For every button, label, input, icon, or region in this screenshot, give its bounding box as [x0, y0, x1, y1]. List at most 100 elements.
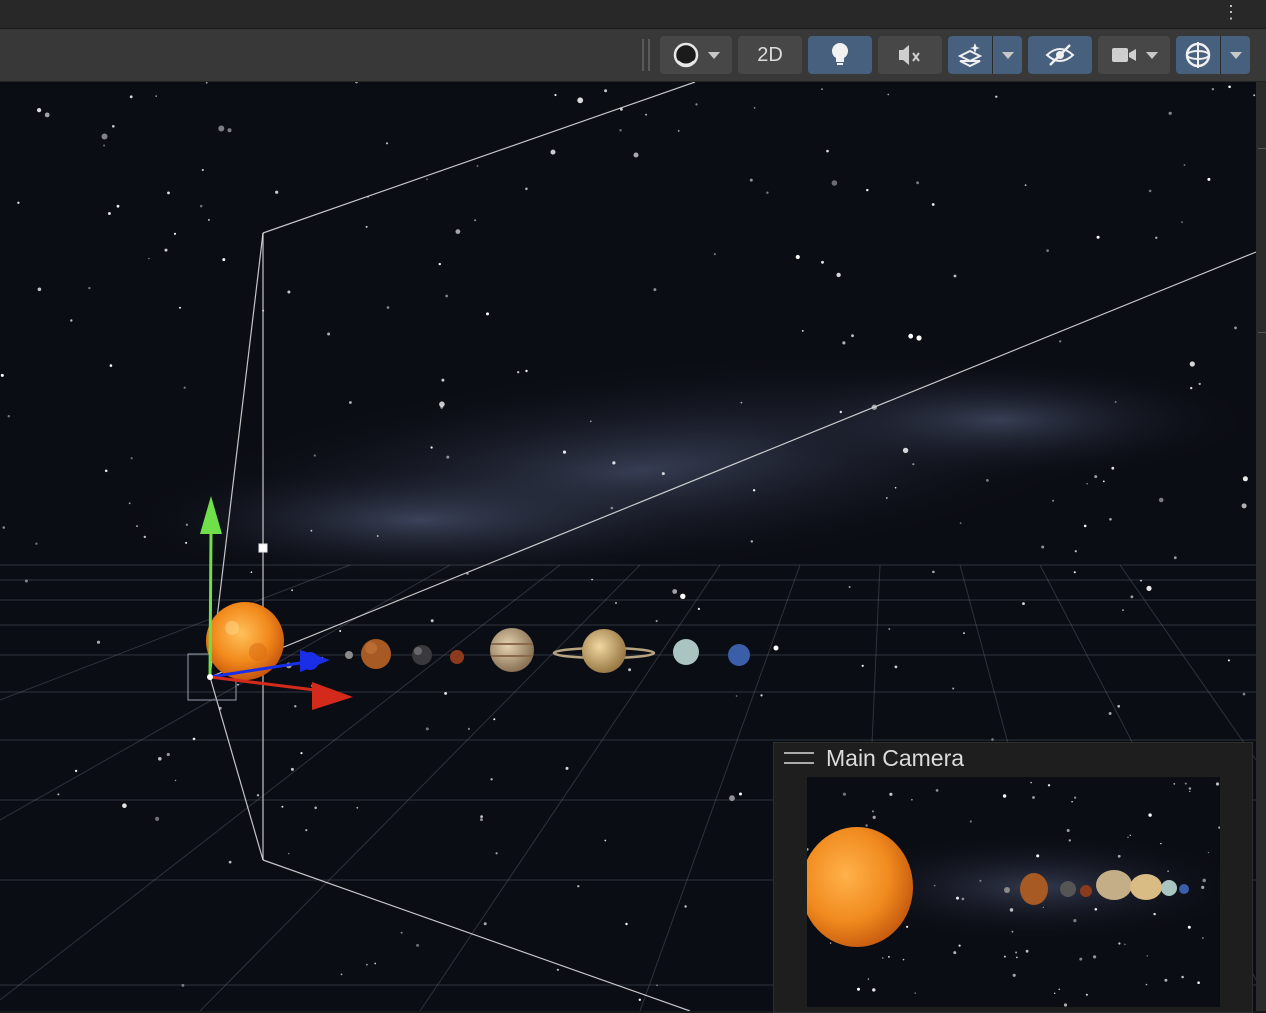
gizmos-toggle[interactable]: [1176, 36, 1220, 74]
earth[interactable]: [412, 645, 432, 665]
star-dot: [96, 640, 101, 644]
star-dot: [577, 885, 580, 888]
shading-mode-dropdown[interactable]: [660, 36, 732, 74]
star-dot: [430, 619, 434, 623]
star-dot: [1130, 595, 1134, 599]
star-dot: [1241, 503, 1247, 509]
star-dot: [467, 727, 470, 731]
chevron-down-icon: [708, 51, 720, 59]
star-dot: [305, 829, 308, 832]
star-dot: [287, 290, 291, 294]
gizmo-center[interactable]: [207, 674, 213, 680]
star-dot: [179, 306, 181, 309]
star-dot: [474, 219, 477, 222]
star-dot: [554, 93, 557, 97]
star-dot: [1011, 930, 1014, 933]
star-dot: [1242, 476, 1248, 482]
star-dot: [1253, 94, 1256, 97]
more-vertical-icon[interactable]: ⋮: [1222, 0, 1240, 26]
star-dot: [1181, 221, 1183, 224]
drag-handle-icon[interactable]: [784, 752, 814, 764]
star-dot: [400, 931, 403, 934]
star-dot: [201, 168, 204, 172]
star-dot: [1102, 480, 1105, 483]
star-dot: [490, 778, 493, 781]
star-dot: [749, 178, 753, 182]
star-dot: [735, 695, 738, 697]
star-dot: [872, 988, 876, 992]
star-dot: [218, 125, 225, 132]
hidden-objects-toggle[interactable]: [1028, 36, 1092, 74]
audio-mute-toggle[interactable]: [878, 36, 942, 74]
star-dot: [655, 619, 658, 623]
venus[interactable]: [361, 639, 391, 669]
star-dot: [1164, 978, 1168, 982]
gizmos-dropdown[interactable]: [1176, 36, 1250, 74]
star-dot: [625, 922, 628, 926]
star-dot: [1202, 937, 1204, 939]
2d-mode-label: 2D: [757, 43, 783, 66]
star-dot: [1117, 854, 1121, 858]
star-dot: [1030, 781, 1032, 784]
star-dot: [128, 502, 131, 505]
star-dot: [116, 204, 120, 208]
star-dot: [199, 204, 203, 208]
star-dot: [365, 225, 368, 228]
star-dot: [610, 506, 614, 510]
scene-view-toolbar: 2D: [0, 29, 1266, 82]
scene-lighting-toggle[interactable]: [808, 36, 872, 74]
star-dot: [1118, 942, 1121, 945]
star-dot: [826, 149, 829, 153]
star-dot: [1073, 796, 1077, 799]
star-dot: [480, 815, 483, 818]
jupiter[interactable]: [490, 628, 534, 672]
star-dot: [931, 203, 935, 206]
star-dot: [958, 944, 961, 947]
star-dot: [661, 472, 665, 476]
star-dot: [739, 792, 742, 796]
star-dot: [57, 793, 60, 796]
star-dot: [129, 95, 133, 99]
star-dot: [441, 378, 445, 382]
star-dot: [1197, 981, 1200, 984]
scene-effects-toggle[interactable]: [948, 36, 992, 74]
effects-stack-icon: [957, 43, 983, 68]
star-dot: [1047, 784, 1051, 787]
y-axis-handle[interactable]: [208, 529, 213, 678]
star-dot: [183, 386, 186, 389]
star-dot: [766, 191, 769, 194]
camera-settings-dropdown[interactable]: [1098, 36, 1170, 74]
camera-preview-header[interactable]: Main Camera: [774, 743, 1252, 773]
toolbar-grip-divider[interactable]: [642, 39, 644, 71]
mercury[interactable]: [345, 651, 353, 659]
star-dot: [164, 248, 168, 252]
star-dot: [1127, 836, 1129, 838]
toolbar-grip-divider[interactable]: [648, 39, 650, 71]
star-dot: [445, 294, 449, 298]
star-dot: [589, 420, 592, 423]
star-dot: [604, 89, 608, 93]
mars[interactable]: [450, 650, 464, 664]
star-dot: [969, 820, 972, 823]
star-dot: [1160, 842, 1162, 845]
uranus[interactable]: [673, 639, 699, 665]
audio-mute-icon: [899, 45, 920, 65]
scene-effects-menu[interactable]: [992, 36, 1022, 74]
star-dot: [865, 824, 868, 827]
star-dot: [914, 992, 916, 994]
star-dot: [628, 668, 632, 672]
neptune[interactable]: [728, 644, 750, 666]
2d-mode-toggle[interactable]: 2D: [738, 36, 802, 74]
star-dot: [638, 998, 641, 1001]
star-dot: [438, 262, 441, 266]
star-dot: [1242, 692, 1246, 696]
camera-preview-overlay[interactable]: Main Camera: [773, 742, 1253, 1013]
star-dot: [207, 218, 210, 221]
scene-effects-dropdown[interactable]: [948, 36, 1022, 74]
star-dot: [612, 461, 616, 465]
gizmos-menu[interactable]: [1220, 36, 1250, 74]
viewport-edge-strip: [1256, 82, 1266, 1011]
star-dot: [1201, 885, 1205, 889]
video-camera-icon: [1112, 48, 1136, 62]
star-dot: [1122, 609, 1124, 611]
